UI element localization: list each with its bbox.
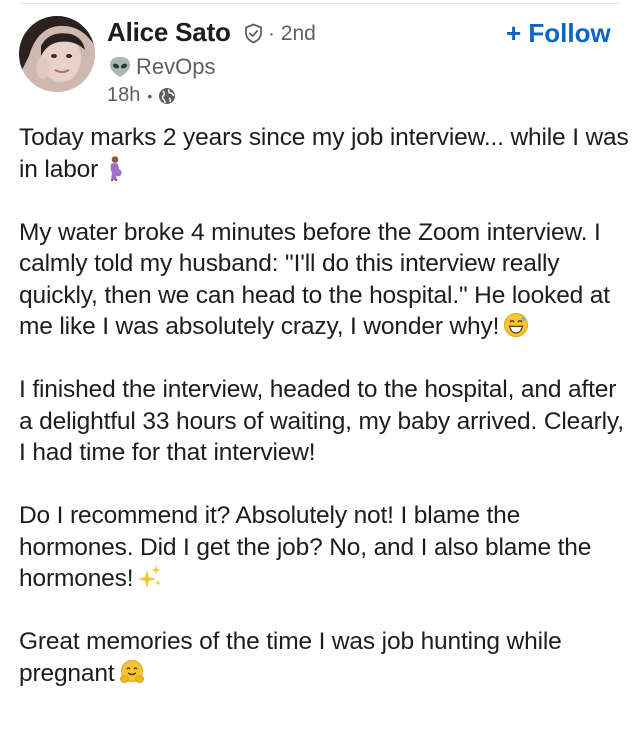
pregnant-person-emoji-icon	[102, 155, 128, 181]
post-paragraph: Great memories of the time I was job hun…	[19, 626, 631, 689]
hugging-face-emoji-icon	[119, 659, 145, 685]
avatar[interactable]	[19, 16, 95, 92]
sparkles-emoji-icon	[137, 564, 163, 590]
grinning-sweat-emoji-icon	[503, 312, 529, 338]
alien-emoji-icon	[108, 56, 132, 78]
post-meta: 18h •	[107, 84, 176, 107]
post-paragraph-text: I finished the interview, headed to the …	[19, 376, 624, 466]
post-paragraph: I finished the interview, headed to the …	[19, 374, 631, 469]
author-headline: RevOps	[136, 54, 216, 79]
post-paragraph: Today marks 2 years since my job intervi…	[19, 122, 631, 185]
verified-shield-icon	[243, 23, 264, 44]
meta-separator: •	[147, 87, 153, 104]
post-paragraph-text: Do I recommend it? Absolutely not! I bla…	[19, 502, 592, 592]
author-name[interactable]: Alice Sato	[107, 17, 231, 48]
connection-degree: · 2nd	[268, 22, 316, 45]
post-paragraph: Do I recommend it? Absolutely not! I bla…	[19, 500, 631, 595]
follow-button[interactable]: + Follow	[506, 18, 611, 49]
top-divider	[20, 3, 620, 4]
globe-icon	[158, 87, 176, 105]
post-paragraph-text: Great memories of the time I was job hun…	[19, 628, 562, 687]
post-time: 18h	[107, 84, 141, 106]
post-paragraph: My water broke 4 minutes before the Zoom…	[19, 217, 631, 343]
post-body: Today marks 2 years since my job intervi…	[19, 122, 631, 689]
